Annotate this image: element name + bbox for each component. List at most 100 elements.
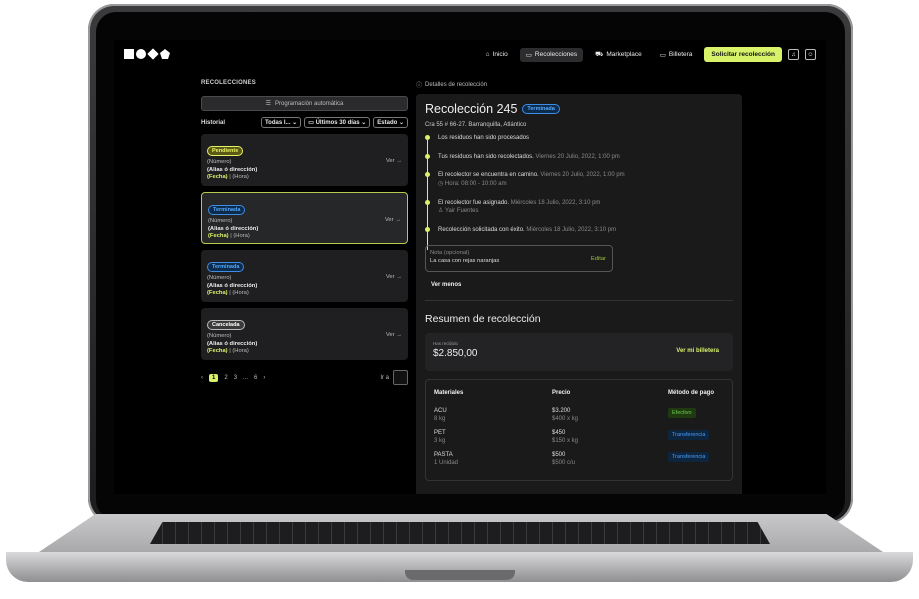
nav-item-label: Recolecciones xyxy=(534,51,578,58)
laptop-mockup: ⌂ Inicio ▭ Recolecciones ⛟ Marketplace ▭… xyxy=(0,0,919,599)
material-qty: 8 kg xyxy=(434,415,446,422)
note-value: La casa con rejas naranjas xyxy=(430,257,500,264)
card-time: | (Hora) xyxy=(227,290,249,297)
nav-item-label: Marketplace xyxy=(606,51,642,58)
pagination: ‹ 1 2 3 ... 6 › Ir a xyxy=(201,370,408,385)
filter-status-dropdown[interactable]: Estado ⌄ xyxy=(373,117,408,128)
brand-logo[interactable] xyxy=(124,48,170,60)
nav-item-label: Inicio xyxy=(492,51,508,58)
logo-square-icon xyxy=(124,49,134,59)
received-summary-card: Has recibido $2.850,00 Ver mi billetera xyxy=(425,332,733,371)
button-label: Programación automática xyxy=(275,100,344,107)
material-unit-price: $400 x kg xyxy=(552,415,579,422)
received-label: Has recibido xyxy=(433,340,459,346)
timeline-item: Recolección solicitada con éxito. Miérco… xyxy=(425,226,733,235)
card-time: | (Hora) xyxy=(227,348,249,355)
goto-label: Ir a xyxy=(380,374,389,381)
status-timeline: Los residuos han sido procesados Tus res… xyxy=(425,134,733,250)
ver-billetera-link[interactable]: Ver mi billetera xyxy=(676,348,719,354)
card-datetime: (Fecha) | (Hora) xyxy=(208,233,401,241)
timeline-dot xyxy=(425,199,430,205)
info-icon: ⓘ xyxy=(416,83,423,89)
home-icon: ⌂ xyxy=(485,51,490,58)
page-button[interactable]: 3 xyxy=(234,375,237,381)
timeline-sub: Hora: 08:00 - 10:00 am xyxy=(444,181,507,188)
note-label: Nota (opcional) xyxy=(430,249,470,256)
column-header: Método de pago xyxy=(668,389,714,396)
filter-type-dropdown[interactable]: Todas l... ⌄ xyxy=(260,117,302,128)
timeline-dot xyxy=(425,172,430,178)
bell-icon[interactable]: ♫ xyxy=(788,49,799,60)
payment-method-badge: Transferencia xyxy=(668,429,710,440)
page-button[interactable]: 6 xyxy=(254,375,257,381)
clock-icon: ◷ xyxy=(438,181,445,188)
timeline-text: Recolección solicitada con éxito. xyxy=(438,227,525,234)
collection-card[interactable]: Terminada (Número) (Alias ó dirección) (… xyxy=(201,192,408,244)
detail-title: Recolección 245 xyxy=(425,102,518,116)
timeline-text: El recolector se encuentra en camino. xyxy=(438,172,539,179)
prev-page-button[interactable]: ‹ xyxy=(201,375,203,381)
detail-title-row: Recolección 245 Terminada xyxy=(425,102,733,116)
card-date: (Fecha) xyxy=(207,290,228,297)
solicitar-recoleccion-button[interactable]: Solicitar recolección xyxy=(704,47,782,62)
laptop-keyboard xyxy=(150,522,770,544)
user-icon[interactable]: ☺ xyxy=(805,49,816,60)
goto-page-input[interactable] xyxy=(393,370,408,385)
section-title: RECOLECCIONES xyxy=(201,80,256,86)
material-name: PET xyxy=(434,429,446,436)
column-header: Precio xyxy=(552,389,571,396)
logo-diamond-icon xyxy=(147,48,159,60)
history-filters: Historial Todas l... ⌄ ▭ Últimos 30 días… xyxy=(201,117,408,128)
logo-pentagon-icon xyxy=(160,49,170,59)
collection-card[interactable]: Pendiente (Número) (Alias ó dirección) (… xyxy=(201,134,408,186)
material-unit-price: $500 c/u xyxy=(552,459,576,466)
nav-item-recolecciones[interactable]: ▭ Recolecciones xyxy=(519,47,584,62)
person-icon: ♙ xyxy=(438,208,445,215)
filter-date-dropdown[interactable]: ▭ Últimos 30 días ⌄ xyxy=(304,117,371,128)
detail-address: Cra 55 # 66-27. Barranquilla, Atlántico xyxy=(425,122,527,128)
card-datetime: (Fecha) | (Hora) xyxy=(207,174,402,182)
logo-circle-icon xyxy=(136,49,146,59)
collection-card[interactable]: Terminada (Número) (Alias ó dirección) (… xyxy=(201,250,408,302)
card-number: (Número) xyxy=(208,218,233,224)
ver-link[interactable]: Ver → xyxy=(386,332,402,338)
ver-menos-button[interactable]: Ver menos xyxy=(431,282,733,288)
nav-item-billetera[interactable]: ▭ Billetera xyxy=(654,48,699,62)
programacion-automatica-button[interactable]: ☰ Programación automática xyxy=(201,96,408,111)
edit-note-button[interactable]: Editar xyxy=(591,256,606,262)
timeline-item: El recolector se encuentra en camino. Vi… xyxy=(425,171,733,188)
timeline-date: Miércoles 18 Julio, 2022, 3:10 pm xyxy=(510,199,601,206)
card-time: | (Hora) xyxy=(228,233,250,240)
next-page-button[interactable]: › xyxy=(263,375,265,381)
column-header: Materiales xyxy=(434,389,464,396)
page-button-current[interactable]: 1 xyxy=(209,373,219,382)
timeline-date: Viernes 20 Julio, 2022, 1:00 pm xyxy=(535,153,620,160)
status-badge: Terminada xyxy=(207,262,245,272)
page-button[interactable]: 2 xyxy=(224,375,227,381)
note-field[interactable]: Nota (opcional) La casa con rejas naranj… xyxy=(425,244,613,272)
material-price: $450 xyxy=(552,429,566,436)
nav-item-label: Billetera xyxy=(668,51,693,58)
ver-link[interactable]: Ver → xyxy=(386,158,402,164)
ver-link[interactable]: Ver → xyxy=(385,217,401,223)
materials-table: Materiales Precio Método de pago ACU 8 kg… xyxy=(425,378,733,481)
material-price: $3.200 xyxy=(552,407,571,414)
status-badge: Pendiente xyxy=(207,146,244,156)
card-datetime: (Fecha) | (Hora) xyxy=(207,290,402,298)
payment-method-badge: Transferencia xyxy=(668,451,710,462)
status-badge: Terminada xyxy=(208,205,246,215)
filter-label: Últimos 30 días xyxy=(315,120,360,126)
ver-link[interactable]: Ver → xyxy=(386,274,402,280)
timeline-text: El recolector fue asignado. xyxy=(438,199,510,206)
filter-label: Todas l... xyxy=(264,120,291,126)
nav-item-inicio[interactable]: ⌂ Inicio xyxy=(480,48,514,61)
card-alias: (Alias ó dirección) xyxy=(207,340,258,347)
payment-method-badge: Efectivo xyxy=(668,407,696,418)
card-time: | (Hora) xyxy=(227,174,249,181)
wallet-icon: ▭ xyxy=(659,51,666,59)
detail-header: ⓘ Detalles de recolección xyxy=(416,80,742,90)
material-unit-price: $150 x kg xyxy=(552,437,579,444)
status-badge: Cancelada xyxy=(207,320,245,330)
collection-card[interactable]: Cancelada (Número) (Alias ó dirección) (… xyxy=(201,308,408,360)
nav-item-marketplace[interactable]: ⛟ Marketplace xyxy=(589,47,648,62)
